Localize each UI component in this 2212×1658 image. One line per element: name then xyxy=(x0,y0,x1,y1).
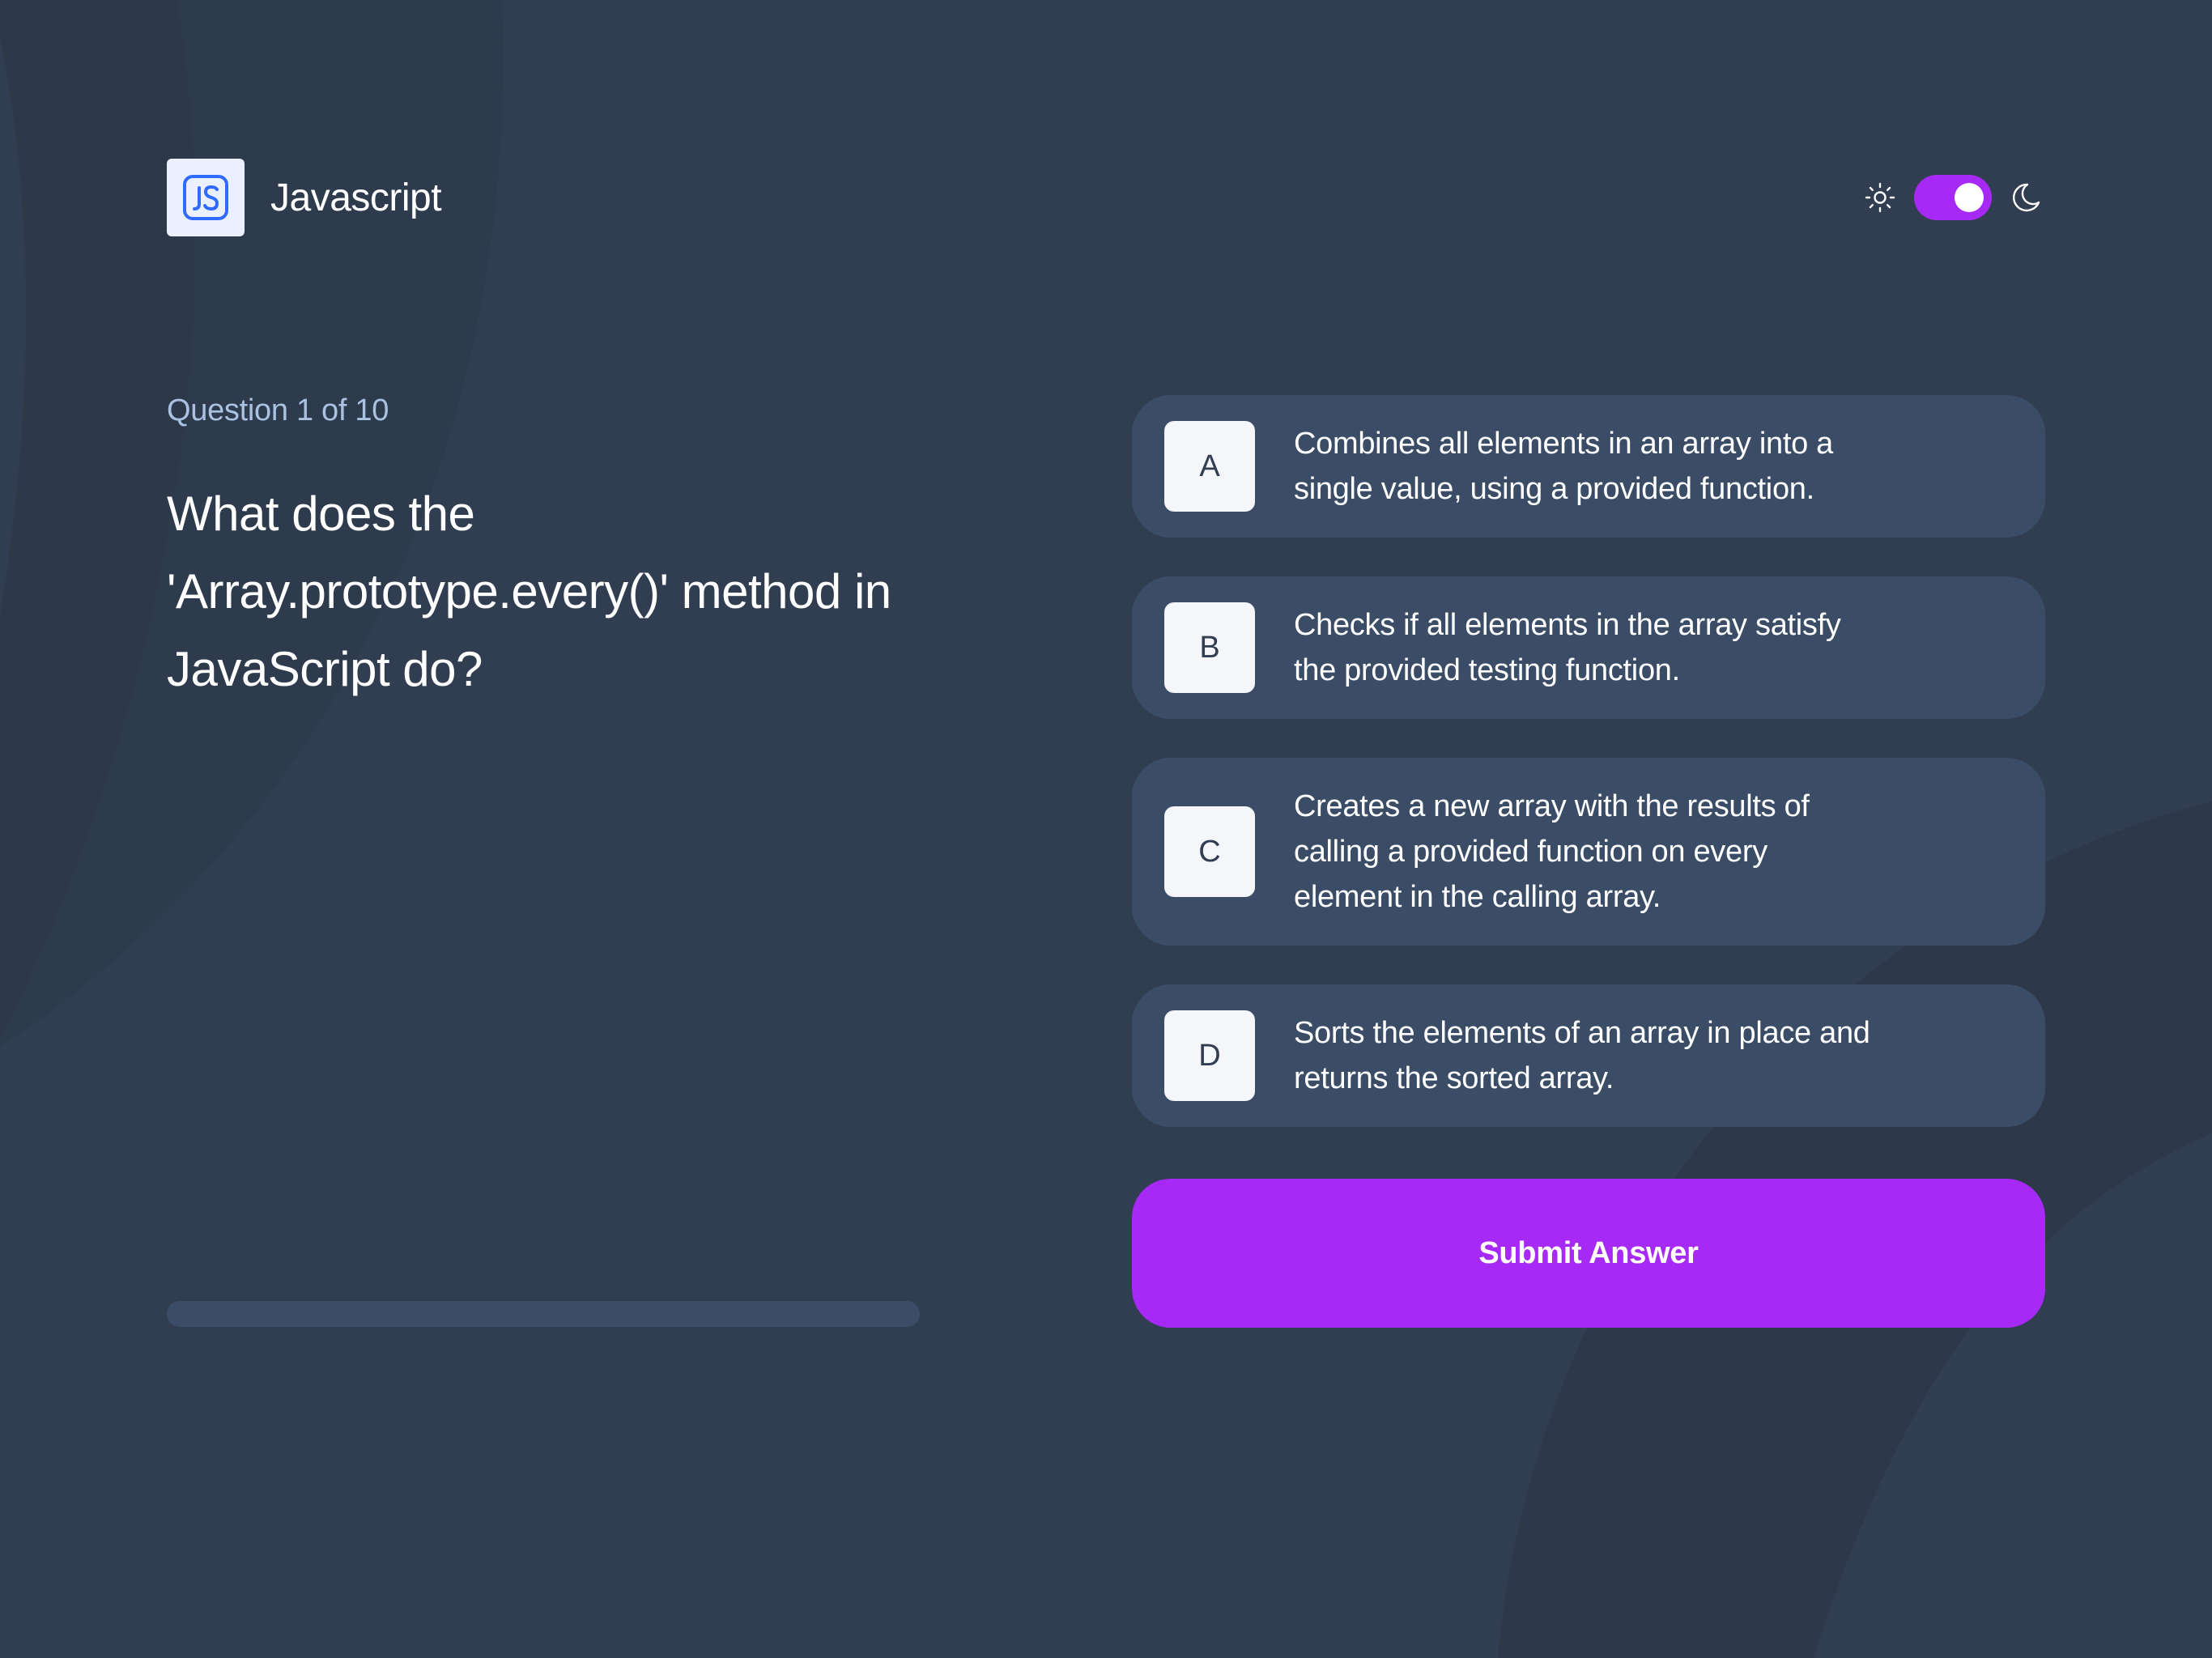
option-text: Combines all elements in an array into a… xyxy=(1294,427,1834,506)
option-text: Sorts the elements of an array in place … xyxy=(1294,1016,1870,1095)
option-c[interactable]: C Creates a new array with the results o… xyxy=(1132,758,2045,946)
progress-bar xyxy=(167,1301,920,1327)
toggle-knob xyxy=(1955,183,1984,212)
moon-icon xyxy=(2010,181,2042,214)
answer-options: A Combines all elements in an array into… xyxy=(1132,395,2045,1166)
dark-mode-switch[interactable] xyxy=(1914,175,1992,220)
sun-icon xyxy=(1864,181,1896,214)
question-text: What does the 'Array.prototype.every()' … xyxy=(167,487,891,696)
option-text: Checks if all elements in the array sati… xyxy=(1294,608,1841,687)
quiz-page: Javascript Question 1 of 10 What does th… xyxy=(0,0,2212,1658)
option-b[interactable]: B Checks if all elements in the array sa… xyxy=(1132,576,2045,719)
option-d[interactable]: D Sorts the elements of an array in plac… xyxy=(1132,984,2045,1127)
theme-toggle xyxy=(1864,175,2042,220)
option-letter: D xyxy=(1164,1010,1255,1101)
header: Javascript xyxy=(167,159,2042,236)
js-icon xyxy=(167,159,245,236)
option-letter: A xyxy=(1164,421,1255,512)
question-block: Question 1 of 10 What does the 'Array.pr… xyxy=(167,393,928,708)
option-letter: C xyxy=(1164,806,1255,897)
option-a[interactable]: A Combines all elements in an array into… xyxy=(1132,395,2045,538)
subject-heading: Javascript xyxy=(167,159,442,236)
subject-title: Javascript xyxy=(270,176,442,219)
submit-answer-button[interactable]: Submit Answer xyxy=(1132,1179,2045,1328)
option-letter: B xyxy=(1164,602,1255,693)
question-counter: Question 1 of 10 xyxy=(167,393,389,427)
option-text: Creates a new array with the results of … xyxy=(1294,789,1810,914)
